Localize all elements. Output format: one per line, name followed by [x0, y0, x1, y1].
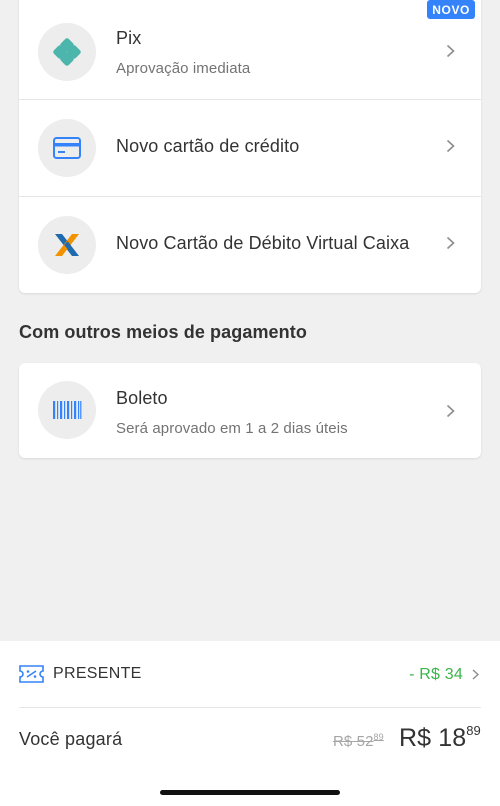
- payment-option-caixa-debit[interactable]: Novo Cartão de Débito Virtual Caixa: [19, 196, 481, 293]
- payment-option-new-credit-card[interactable]: Novo cartão de crédito: [19, 99, 481, 196]
- credit-card-title: Novo cartão de crédito: [116, 136, 300, 156]
- pix-title: Pix: [116, 28, 142, 48]
- boleto-subtitle: Será aprovado em 1 a 2 dias úteis: [116, 420, 348, 437]
- caixa-debit-title: Novo Cartão de Débito Virtual Caixa: [116, 233, 410, 253]
- caixa-logo-icon: [38, 216, 96, 274]
- new-badge: NOVO: [427, 0, 475, 19]
- gift-discount-row[interactable]: PRESENTE - R$ 34: [0, 641, 500, 707]
- payment-option-pix[interactable]: NOVO Pix Aprovação imediata: [19, 0, 481, 99]
- home-indicator: [160, 790, 340, 795]
- payment-options-card: NOVO Pix Aprovação imediata Novo cartão …: [19, 0, 481, 293]
- boleto-title: Boleto: [116, 388, 168, 408]
- chevron-right-icon: [446, 139, 455, 153]
- original-price: R$ 5289: [333, 732, 384, 750]
- chevron-right-icon: [472, 669, 479, 680]
- total-label: Você pagará: [19, 729, 123, 749]
- divider: [19, 707, 481, 708]
- other-methods-heading: Com outros meios de pagamento: [19, 322, 307, 342]
- ticket-icon: [19, 665, 44, 683]
- payment-option-boleto[interactable]: Boleto Será aprovado em 1 a 2 dias úteis: [19, 363, 481, 458]
- other-methods-card: Boleto Será aprovado em 1 a 2 dias úteis: [19, 363, 481, 458]
- gift-label: PRESENTE: [53, 665, 142, 682]
- barcode-icon: [38, 381, 96, 439]
- gift-discount-value: - R$ 34: [409, 666, 463, 683]
- pix-subtitle: Aprovação imediata: [116, 60, 251, 77]
- checkout-summary: PRESENTE - R$ 34 Você pagará R$ 5289 R$ …: [0, 641, 500, 806]
- chevron-right-icon: [446, 404, 455, 418]
- pix-icon: [38, 23, 96, 81]
- chevron-right-icon: [446, 236, 455, 250]
- final-price: R$ 1889: [399, 722, 481, 752]
- chevron-right-icon: [446, 44, 455, 58]
- credit-card-icon: [38, 119, 96, 177]
